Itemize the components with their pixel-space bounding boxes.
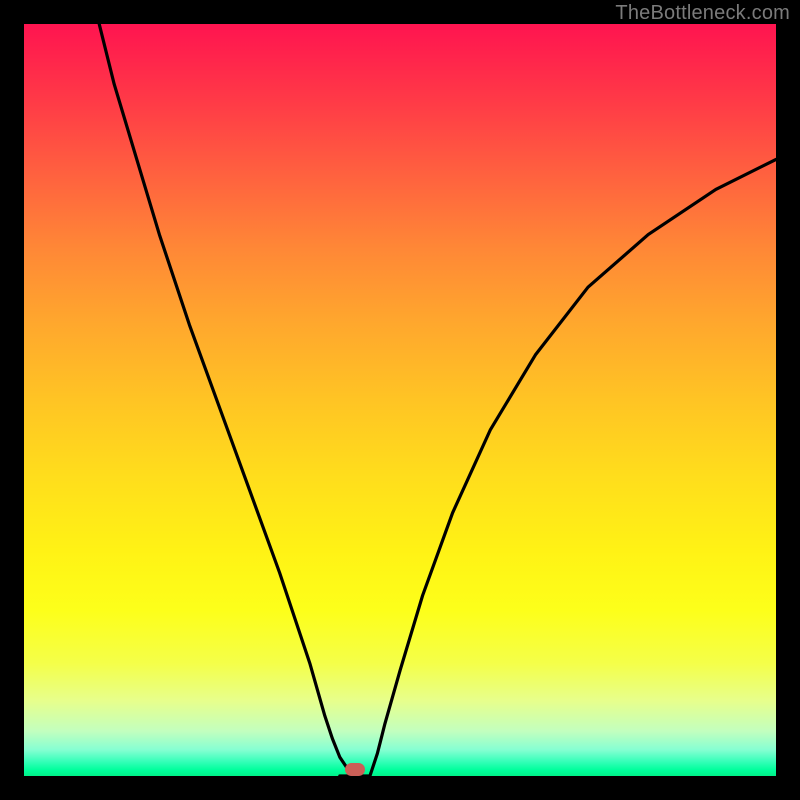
bottleneck-curve xyxy=(24,24,776,776)
curve-path xyxy=(99,24,776,776)
optimum-marker xyxy=(345,763,365,776)
watermark-text: TheBottleneck.com xyxy=(615,2,790,25)
plot-area xyxy=(24,24,776,776)
